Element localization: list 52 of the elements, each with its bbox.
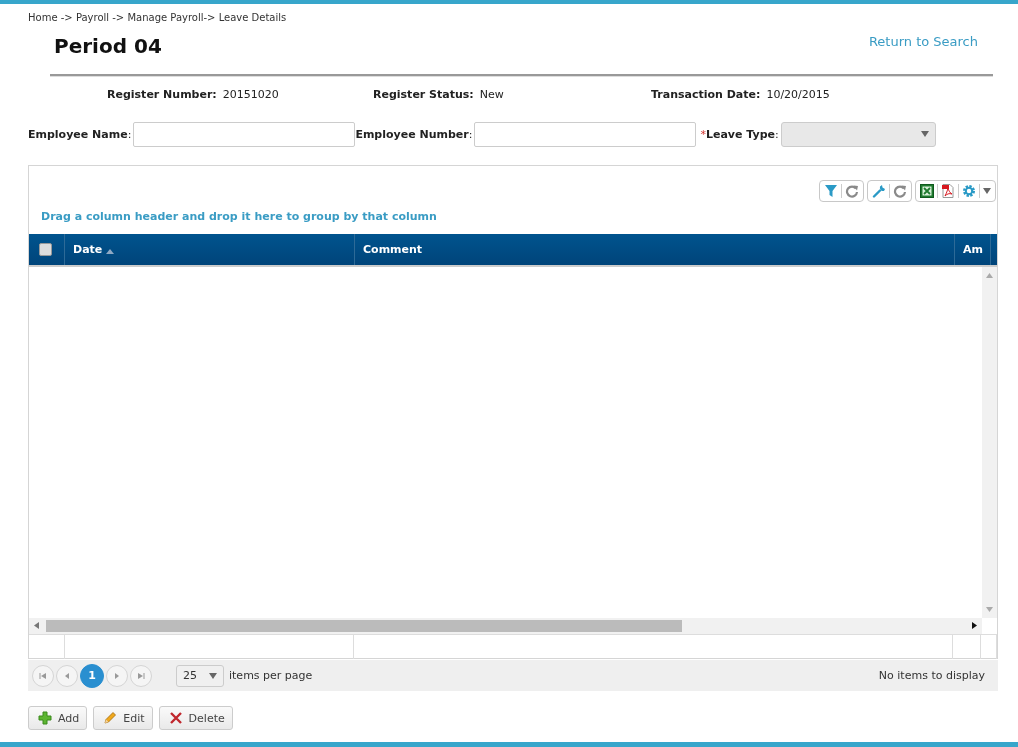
delete-button[interactable]: Delete: [158, 706, 233, 730]
pdf-file-icon[interactable]: [941, 184, 955, 198]
items-per-page-label: items per page: [229, 669, 313, 682]
field-label: Employee Number:: [355, 127, 473, 141]
add-button[interactable]: Add: [28, 706, 88, 730]
scroll-down-icon: [986, 607, 993, 612]
page-button[interactable]: 1: [80, 663, 104, 688]
caret-icon: [920, 131, 929, 137]
breadcrumb: Home -> Payroll -> Manage Payroll-> Leave Details: [28, 12, 287, 23]
first-page-icon: [39, 671, 47, 680]
next-page-button[interactable]: [106, 664, 128, 687]
refresh-icon[interactable]: [893, 184, 907, 198]
filter-icon[interactable]: [824, 184, 838, 198]
column-header[interactable]: Comment: [363, 243, 423, 256]
column-header[interactable]: Date: [73, 243, 103, 256]
caret-icon[interactable]: [983, 188, 991, 194]
scroll-left-icon: [34, 622, 39, 629]
info-value: 20151020: [222, 88, 279, 101]
group-by-hint: Drag a column header and drop it here to group by that column: [41, 210, 437, 223]
plus-icon: [38, 711, 52, 725]
horizontal-scrollbar[interactable]: [29, 618, 982, 634]
pencil-icon: [103, 711, 118, 725]
previous-page-icon: [63, 671, 71, 680]
page-title: Period 04: [54, 34, 162, 58]
caret-icon: [209, 672, 217, 679]
settings-icon[interactable]: [962, 184, 976, 198]
first-page-button[interactable]: [32, 664, 54, 687]
previous-page-button[interactable]: [56, 664, 78, 687]
wrench-icon[interactable]: [872, 184, 886, 198]
field-label: *Leave Type:: [700, 127, 779, 141]
info-value: 10/20/2015: [766, 88, 830, 101]
info-label: Register Number:: [107, 88, 217, 101]
next-page-icon: [113, 671, 121, 680]
select-all-checkbox[interactable]: [39, 243, 52, 256]
column-header[interactable]: Am: [963, 243, 983, 256]
info-value: New: [479, 88, 504, 101]
spreadsheet-icon[interactable]: [920, 184, 934, 198]
text-field[interactable]: [133, 121, 356, 147]
info-label: Transaction Date:: [651, 88, 761, 101]
close-icon: [168, 711, 183, 725]
scroll-right-icon: [972, 622, 977, 629]
text-field[interactable]: [474, 121, 697, 147]
scroll-up-icon: [986, 273, 993, 278]
page-size-dropdown[interactable]: 25: [176, 664, 224, 687]
info-label: Register Status:: [373, 88, 474, 101]
refresh-icon[interactable]: [845, 184, 859, 198]
pager-status: No items to display: [878, 669, 985, 682]
vertical-scrollbar[interactable]: [982, 267, 997, 618]
field-label: Employee Name:: [28, 127, 132, 141]
edit-button[interactable]: Edit: [93, 706, 153, 730]
last-page-icon: [137, 671, 145, 680]
last-page-button[interactable]: [130, 664, 152, 687]
